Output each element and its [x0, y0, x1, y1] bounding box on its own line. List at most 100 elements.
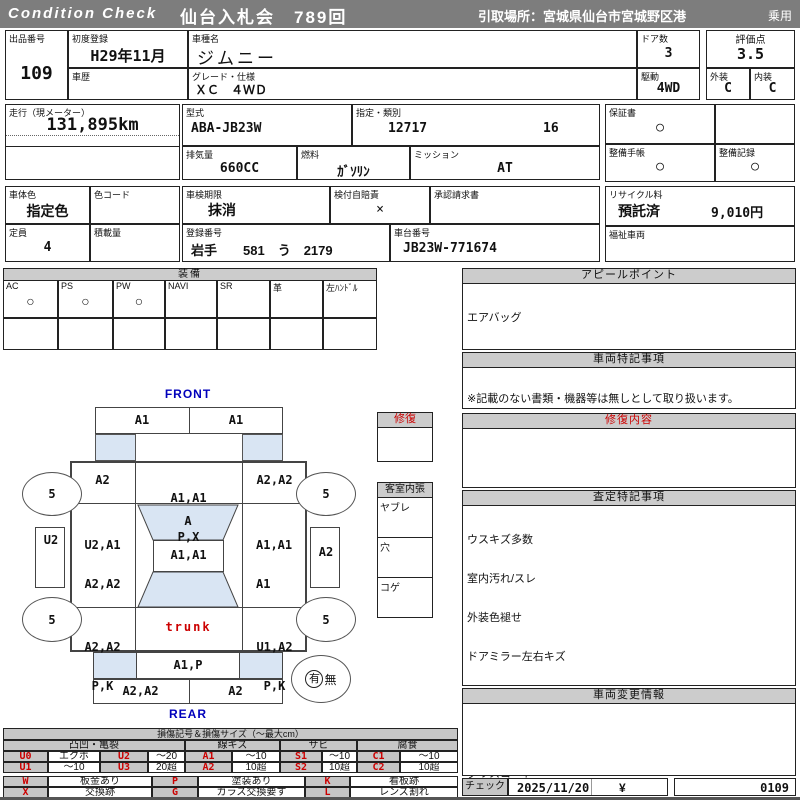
repair-flag-box: 修復 [377, 412, 433, 462]
legend-desc: 20超 [148, 762, 185, 773]
insurance-mark: × [331, 202, 429, 217]
interior-trim-box: 客室内張 ヤブレ 穴 コゲ [377, 482, 433, 618]
legend-desc: 塗装あり [198, 776, 305, 787]
spare-yes-circled: 有 [305, 670, 323, 688]
diagram-mirror-left: U2 [36, 534, 66, 547]
diagram-trunk: trunk [135, 621, 242, 634]
equipment-label-lhd: 左ﾊﾝﾄﾞﾙ [326, 281, 358, 294]
diagram-rear-bumper-left: A2,A2 [93, 685, 188, 698]
equipment-mark-ps: ○ [59, 293, 112, 309]
check-date-box: 2025/11/20 ¥ [508, 778, 668, 796]
maintenance-record-mark: ○ [716, 159, 794, 174]
diagram-front-label: FRONT [148, 387, 228, 401]
drive-value: 4WD [638, 81, 699, 96]
body-color-value: 指定色 [6, 201, 89, 221]
load-label: 積載量 [94, 226, 121, 239]
interior-value: C [751, 81, 794, 96]
legend-desc: エクボ [48, 751, 100, 762]
maintenance-book-box: 整備手帳 ○ [605, 144, 715, 182]
diagram-rear-panel: A1,P [93, 659, 283, 672]
displacement-box: 排気量 660CC [182, 146, 297, 180]
change-info-title: 車両変更情報 [463, 689, 795, 704]
diagram-mirror-left-box: U2 [35, 527, 65, 588]
legend-code: U0 [3, 751, 48, 762]
legend-group-scratches: 線キズ [185, 740, 280, 751]
chassis-number-box: 車台番号 JB23W-771674 [390, 224, 600, 262]
registration-number-box: 登録番号 岩手 581 う 2179 [182, 224, 390, 262]
assessment-title: 査定特記事項 [463, 491, 795, 506]
legend-title: 損傷記号＆損傷サイズ（～最大cm） [3, 728, 458, 740]
class-label: 指定・類別 [356, 106, 401, 119]
fuel-value: ｶﾞｿﾘﾝ [298, 161, 409, 180]
diagram-hood-line1: A1,A1 [135, 492, 242, 505]
class-box: 指定・類別 12717 16 [352, 104, 600, 146]
inspection-box: 車検期限 抹消 [182, 186, 330, 224]
lot-number-value: 109 [6, 63, 67, 84]
drive-box: 駆動 4WD [637, 68, 700, 100]
welfare-label: 福祉車両 [609, 228, 645, 241]
inspection-value: 抹消 [208, 200, 236, 220]
repair-detail-panel: 修復内容 [462, 413, 796, 488]
auction-sheet: Condition Check 仙台入札会 789回 引取場所：宮城県仙台市宮城… [0, 0, 800, 800]
grade-value: ＸＣ ４ＷＤ [195, 81, 267, 98]
mileage-value: 131,895km [6, 115, 179, 135]
maintenance-book-label: 整備手帳 [609, 146, 645, 159]
check-currency: ¥ [619, 781, 626, 795]
warranty-box: 保証書 ○ [605, 104, 715, 144]
doors-box: ドア数 3 [637, 30, 700, 68]
capacity-label: 定員 [9, 226, 27, 239]
approval-label: 承認請求書 [434, 188, 479, 201]
legend-desc: 10超 [322, 762, 357, 773]
legend-code: A2 [185, 762, 232, 773]
assessment-line: 室内汚れ/スレ [467, 573, 791, 586]
equipment-cell-sr: SR [217, 280, 270, 318]
history-box: 車歴 [68, 68, 188, 100]
interior-trim-row-hole: 穴 [378, 538, 432, 578]
recycle-status-value: 預託済 [618, 201, 660, 221]
interior-box: 内装 C [750, 68, 795, 100]
check-date: 2025/11/20 [517, 781, 589, 795]
spare-indicator: 有 無 [291, 655, 351, 703]
check-code-box: 0109 [674, 778, 796, 796]
vehicle-notes-panel: 車両特記事項 ※記載のない書類・機器等は無しとして取り扱います。 [462, 352, 796, 409]
repair-detail-title: 修復内容 [463, 414, 795, 429]
class-category-value: 16 [543, 121, 559, 136]
fuel-label: 燃料 [301, 148, 319, 161]
vehicle-type: 乗用 [768, 7, 792, 24]
assessment-line: ウスキズ多数 [467, 534, 791, 547]
legend-code: C1 [357, 751, 400, 762]
equipment-label-leather: 革 [273, 281, 282, 294]
check-label: チェック [462, 778, 508, 796]
legend-desc: ～10 [400, 751, 458, 762]
diagram-front-bumper-right: A1 [189, 414, 283, 427]
first-registration-box: 初度登録 H29年11月 [68, 30, 188, 68]
diagram-door-right: A1,A1 A1 [242, 513, 321, 617]
equipment-mark-pw: ○ [114, 293, 164, 309]
history-label: 車歴 [72, 70, 90, 83]
legend-desc: ～10 [322, 751, 357, 762]
model-code-value: ABA-JB23W [191, 121, 261, 136]
recycle-fee-label: リサイクル料 [609, 188, 663, 201]
legend-desc: 板金あり [48, 776, 152, 787]
approval-box: 承認請求書 [430, 186, 600, 224]
model-code-label: 型式 [186, 106, 204, 119]
equipment-empty-cell [58, 318, 113, 350]
diagram-door-left-line1: U2,A1 [70, 539, 135, 552]
legend-code: A1 [185, 751, 232, 762]
lot-number-label: 出品番号 [9, 32, 45, 45]
diagram-headlight-right [242, 434, 283, 461]
legend-group-dents: 凸凹・亀裂 [3, 740, 185, 751]
diagram-door-right-line2: A1 [256, 578, 321, 591]
legend-code: U2 [100, 751, 148, 762]
insurance-label: 検付自賠責 [334, 188, 379, 201]
legend-code: U3 [100, 762, 148, 773]
vehicle-notes-text: ※記載のない書類・機器等は無しとして取り扱います。 [467, 390, 739, 406]
grade-box: グレード・仕様 ＸＣ ４ＷＤ [188, 68, 637, 100]
diagram-front-bumper-left: A1 [95, 414, 189, 427]
maintenance-record-box: 整備記録 ○ [715, 144, 795, 182]
appeal-line: エアバッグ [467, 312, 791, 325]
equipment-label-ac: AC [6, 281, 19, 291]
equipment-cell-navi: NAVI [165, 280, 217, 318]
legend-code: K [305, 776, 350, 787]
diagram-rear-bumper-right: A2 [188, 685, 283, 698]
